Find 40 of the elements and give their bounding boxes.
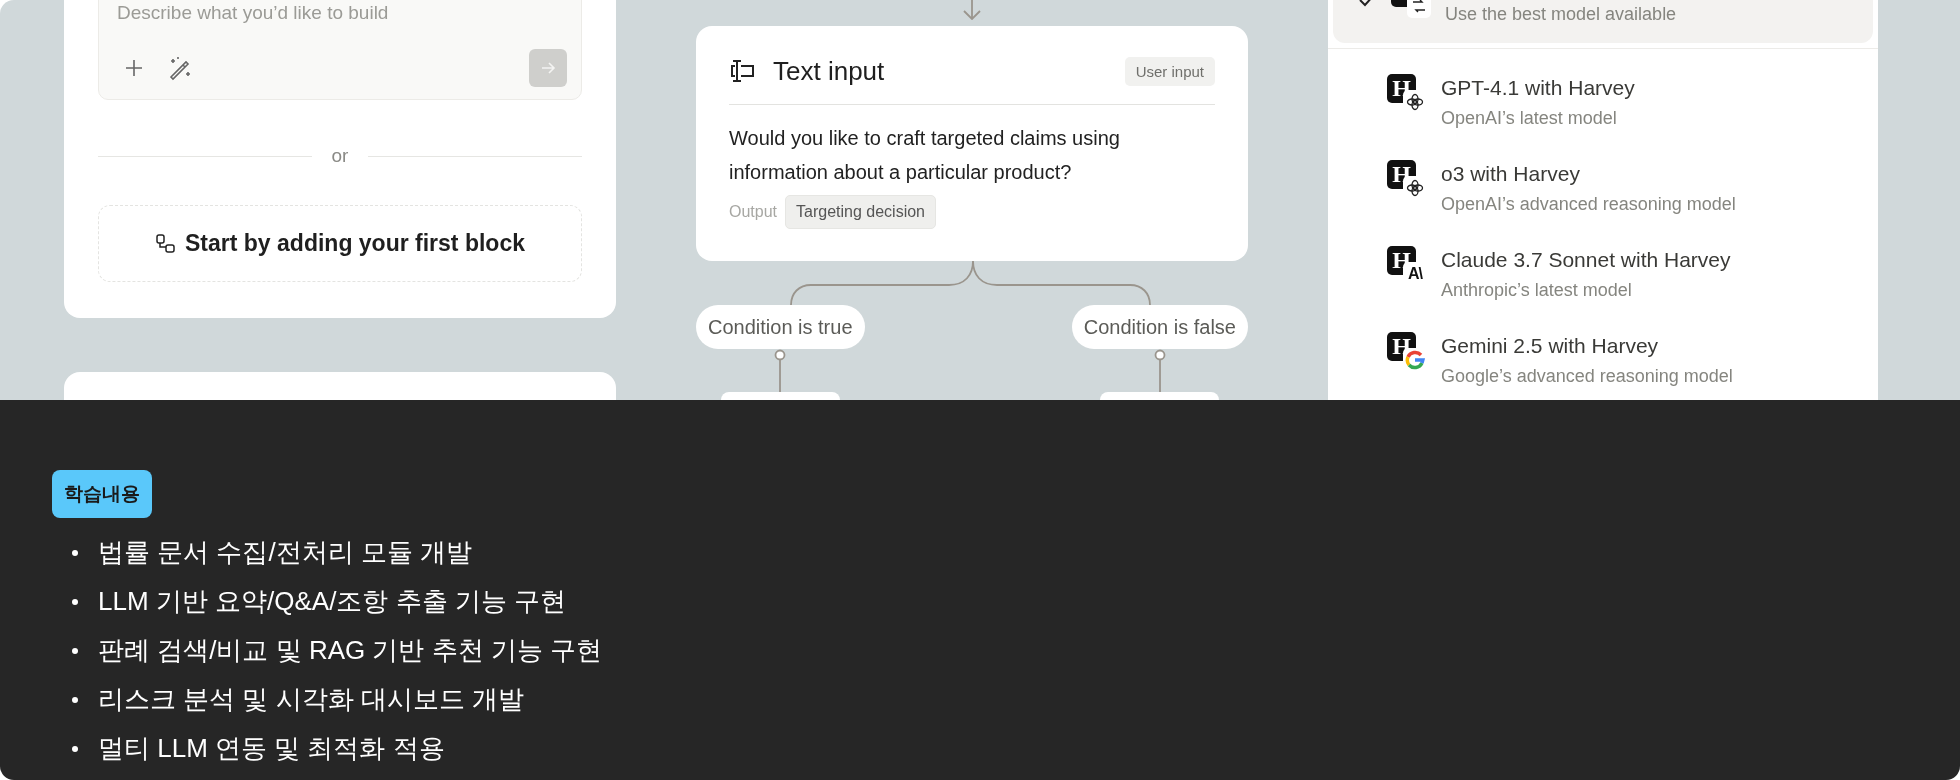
add-block-button[interactable]: Start by adding your first block (98, 205, 582, 282)
model-name: Gemini 2.5 with Harvey (1441, 333, 1660, 359)
list-item: 리스크 분석 및 시각화 대시보드 개발 (98, 683, 525, 716)
model-description: Google’s advanced reasoning model (1441, 365, 1733, 388)
model-description: Use the best model available (1445, 3, 1677, 26)
blocks-icon (155, 232, 178, 255)
node-title: Text input (773, 55, 885, 87)
bullet-icon (72, 696, 78, 703)
model-name: o3 with Harvey (1441, 161, 1581, 187)
plus-icon[interactable] (125, 59, 143, 77)
list-item: 판례 검색/비교 및 RAG 기반 추천 기능 구현 (98, 634, 603, 667)
bullet-icon (72, 598, 78, 605)
connector-line (1153, 349, 1166, 392)
node-question: Would you like to craft targeted claims using information about a particular product? (729, 126, 1121, 185)
list-item: 멀티 LLM 연동 및 최적화 적용 (98, 732, 445, 765)
condition-pill[interactable]: Condition is false (1071, 305, 1248, 349)
output-label: Output (729, 203, 778, 221)
node-tag: User input (1124, 56, 1215, 86)
model-name: Claude 3.7 Sonnet with Harvey (1441, 247, 1731, 273)
connector-line (774, 349, 787, 392)
output-tag: Targeting decision (785, 195, 936, 229)
prompt-field[interactable]: Describe what you’d like to build (117, 1, 567, 25)
model-name: GPT-4.1 with Harvey (1441, 75, 1635, 101)
send-button[interactable] (529, 49, 567, 87)
bullet-icon (72, 745, 78, 752)
model-description: OpenAI’s advanced reasoning model (1441, 193, 1736, 216)
flow-node[interactable]: Text input User input Would you like to craft targeted claims using information about a particular product? Output Targeting decision (696, 26, 1248, 261)
divider-label: or (331, 145, 349, 167)
down-arrow-icon (961, 0, 983, 20)
condition-pill[interactable]: Condition is true (696, 305, 865, 349)
list-item: 법률 문서 수집/전처리 모듈 개발 (98, 536, 473, 569)
list-item: LLM 기반 요약/Q&A/조항 추출 기능 구현 (98, 585, 567, 618)
bullet-icon (72, 549, 78, 556)
model-description: Anthropic’s latest model (1441, 279, 1633, 302)
bullet-icon (72, 647, 78, 654)
magic-wand-icon[interactable] (167, 55, 193, 81)
arrows-icon (1410, 0, 1428, 15)
section-badge: 학습내용 (52, 470, 152, 518)
model-description: OpenAI’s latest model (1441, 107, 1618, 130)
arrow-right-icon (540, 60, 556, 76)
